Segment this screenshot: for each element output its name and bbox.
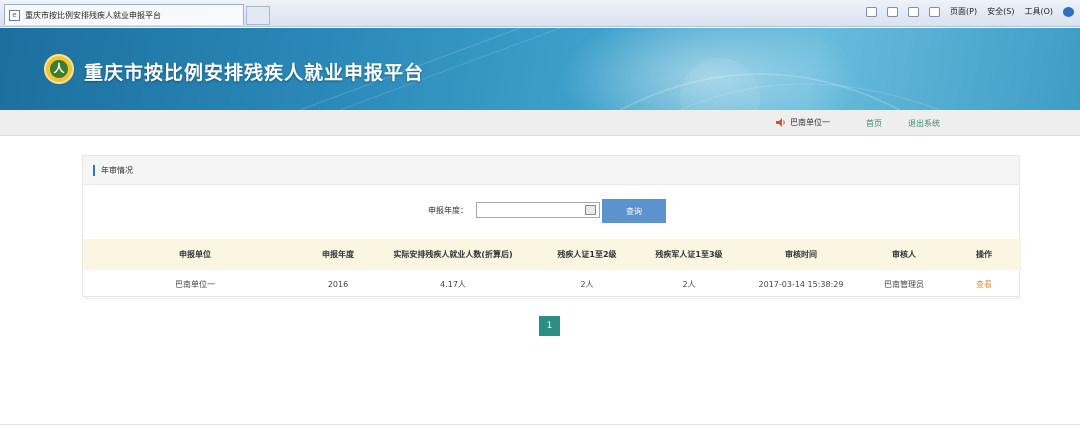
review-table: 申报单位 申报年度 实际安排残疾人就业人数(折算后) 残疾人证1至2级 残疾军人… [83,239,1021,299]
column-header: 审核人 [892,250,916,259]
column-header: 残疾军人证1至3级 [655,250,723,259]
cell-year: 2016 [327,279,349,289]
user-bar: 巴南单位一 首页 退出系统 [0,110,1080,136]
column-header: 申报单位 [179,250,211,259]
print-icon[interactable] [929,6,941,17]
query-button[interactable]: 查询 [602,199,666,223]
cell-level12: 2人 [580,279,594,289]
year-input[interactable] [476,202,600,218]
column-header: 申报年度 [322,250,354,259]
table-header: 申报单位 申报年度 实际安排残疾人就业人数(折算后) 残疾人证1至2级 残疾军人… [83,239,1021,270]
new-tab-button[interactable] [246,6,270,25]
logout-link[interactable]: 退出系统 [908,118,940,129]
user-unit-name: 巴南单位一 [790,118,830,127]
annual-review-panel: 年审情况 申报年度： 查询 申报单位 申报年度 实际安排残疾人就业人数(折算后)… [82,155,1021,299]
site-banner: 人 重庆市按比例安排残疾人就业申报平台 [0,28,1080,110]
cell-employed: 4.17人 [440,279,466,289]
browser-toolbar: e 重庆市按比例安排残疾人就业申报平台 页面(P) 安全(S) 工具(O) [0,0,1080,27]
speaker-icon [776,118,785,127]
browser-tab[interactable]: e 重庆市按比例安排残疾人就业申报平台 [4,4,244,25]
banner-glow [560,28,860,110]
calendar-icon[interactable] [585,205,596,215]
tools-menu[interactable]: 工具(O) [1024,6,1053,17]
cell-unit: 巴南单位一 [175,279,215,289]
column-header: 操作 [976,250,992,259]
cell-military13: 2人 [682,279,696,289]
footer-divider [0,424,1080,425]
column-header: 审核时间 [785,250,817,259]
feeds-icon[interactable] [887,6,899,17]
column-header: 实际安排残疾人就业人数(折算后) [393,250,513,259]
cell-review-time: 2017-03-14 15:38:29 [758,279,844,289]
search-row: 申报年度： 查询 [83,199,1021,223]
column-header: 残疾人证1至2级 [557,250,617,259]
help-icon[interactable] [1063,6,1074,17]
year-label: 申报年度： [428,206,468,215]
table-row: 巴南单位一 2016 4.17人 2人 2人 2017-03-14 15:38:… [83,270,1021,299]
pagination-page-1[interactable]: 1 [539,316,560,336]
page-menu[interactable]: 页面(P) [950,6,977,17]
command-bar: 页面(P) 安全(S) 工具(O) [866,6,1074,17]
page-icon: e [9,9,20,21]
home-icon[interactable] [866,6,878,17]
safety-menu[interactable]: 安全(S) [987,6,1014,17]
view-link[interactable]: 查看 [976,280,992,289]
mail-icon[interactable] [908,6,920,17]
disability-federation-logo-icon: 人 [44,54,74,84]
panel-title: 年审情况 [101,166,133,175]
panel-header-accent [93,165,95,176]
panel-header: 年审情况 [83,156,1019,185]
cell-action: 查看 [947,279,1021,290]
tab-title: 重庆市按比例安排残疾人就业申报平台 [25,10,161,20]
site-title: 重庆市按比例安排残疾人就业申报平台 [84,62,425,84]
current-user: 巴南单位一 [776,117,830,128]
cell-reviewer: 巴南管理员 [884,279,924,289]
home-link[interactable]: 首页 [866,118,882,129]
